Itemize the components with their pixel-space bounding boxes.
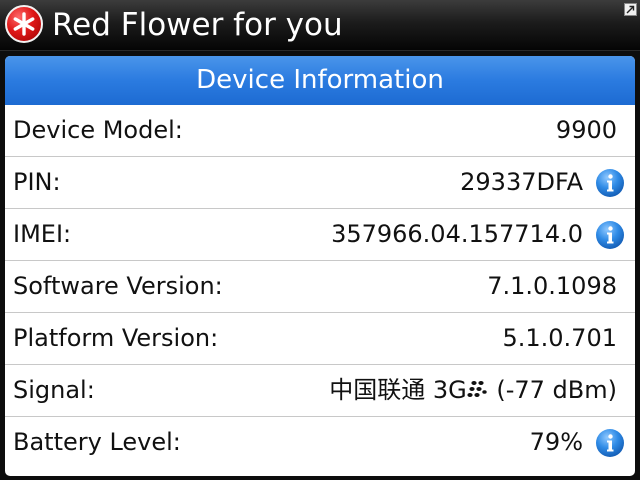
row-label: Platform Version: <box>13 324 219 352</box>
expand-icon[interactable] <box>624 3 637 16</box>
title-bar: Red Flower for you <box>0 0 640 51</box>
row-label: Device Model: <box>13 116 183 144</box>
app-title: Red Flower for you <box>52 7 343 43</box>
carrier-name: 中国联通 3G <box>329 376 467 404</box>
info-icon[interactable] <box>595 428 625 458</box>
row-platform-version[interactable]: Platform Version: 5.1.0.701 <box>5 313 635 365</box>
row-value: 7.1.0.1098 <box>487 272 617 300</box>
row-value: 5.1.0.701 <box>502 324 617 352</box>
row-value: 29337DFA <box>460 168 583 196</box>
row-label: Battery Level: <box>13 428 181 456</box>
row-label: PIN: <box>13 168 61 196</box>
row-value: 357966.04.157714.0 <box>331 220 583 248</box>
row-device-model[interactable]: Device Model: 9900 <box>5 105 635 157</box>
row-software-version[interactable]: Software Version: 7.1.0.1098 <box>5 261 635 313</box>
row-signal[interactable]: Signal: 中国联通 3G (-77 dBm) <box>5 365 635 417</box>
panel-title: Device Information <box>5 56 635 105</box>
info-icon[interactable] <box>595 168 625 198</box>
blackberry-logo-icon <box>467 381 487 397</box>
row-imei[interactable]: IMEI: 357966.04.157714.0 <box>5 209 635 261</box>
row-label: Software Version: <box>13 272 223 300</box>
row-value: 9900 <box>555 116 617 144</box>
row-label: IMEI: <box>13 220 72 248</box>
signal-strength: (-77 dBm) <box>496 376 617 404</box>
device-info-panel: Device Information Device Model: 9900 PI… <box>5 56 635 476</box>
row-pin[interactable]: PIN: 29337DFA <box>5 157 635 209</box>
row-battery-level[interactable]: Battery Level: 79% <box>5 417 635 468</box>
info-icon[interactable] <box>595 220 625 250</box>
row-value: 79% <box>529 428 583 456</box>
red-flower-icon <box>5 5 43 43</box>
row-value: 中国联通 3G (-77 dBm) <box>329 365 617 416</box>
row-label: Signal: <box>13 376 95 404</box>
